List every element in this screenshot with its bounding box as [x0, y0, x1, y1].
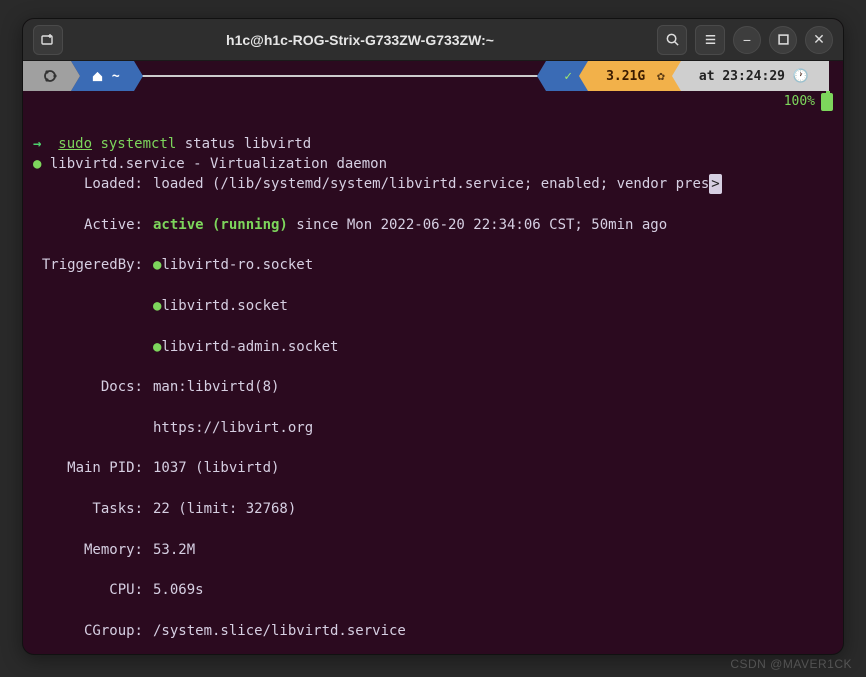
- titlebar: h1c@h1c-ROG-Strix-G733ZW-G733ZW:~ − ✕: [23, 19, 843, 61]
- loaded-value: loaded (/lib/systemd/system/libvirtd.ser…: [153, 174, 709, 194]
- trig-bullet: ●: [153, 255, 161, 275]
- status-ribbon: ~ ✓ 3.21G ✿ at 23:24:29 🕐: [23, 61, 843, 91]
- trunc-marker: >: [709, 174, 721, 194]
- memory-value: 53.2M: [153, 540, 195, 560]
- window-title: h1c@h1c-ROG-Strix-G733ZW-G733ZW:~: [71, 32, 649, 48]
- service-header: libvirtd.service - Virtualization daemon: [50, 156, 387, 172]
- check-icon: ✓: [564, 69, 572, 84]
- menu-button[interactable]: [695, 25, 725, 55]
- trig-0: libvirtd-ro.socket: [161, 255, 313, 275]
- memory-value: 3.21G: [606, 69, 645, 84]
- pid-label: Main PID:: [33, 458, 153, 478]
- tasks-value: 22 (limit: 32768): [153, 499, 296, 519]
- trig-bullet: ●: [153, 296, 161, 316]
- prompt-arrow: →: [33, 136, 41, 152]
- clock-icon: 🕐: [793, 69, 809, 84]
- status-bullet: ●: [33, 156, 41, 172]
- cgroup-value: /system.slice/libvirtd.service: [153, 621, 406, 641]
- flower-icon: ✿: [649, 69, 665, 84]
- time-segment: at 23:24:29 🕐: [681, 61, 829, 91]
- ribbon-separator: [140, 75, 541, 77]
- minimize-button[interactable]: −: [733, 26, 761, 54]
- cmd-sudo: sudo: [58, 136, 92, 152]
- terminal-window: h1c@h1c-ROG-Strix-G733ZW-G733ZW:~ − ✕ ~ …: [22, 18, 844, 655]
- docs-1: https://libvirt.org: [153, 418, 313, 438]
- docs-0: man:libvirtd(8): [153, 377, 279, 397]
- home-icon: [91, 70, 104, 83]
- new-tab-button[interactable]: [33, 25, 63, 55]
- battery-pct: 100%: [784, 93, 815, 112]
- time-value: 23:24:29: [722, 69, 785, 84]
- ribbon-cap: [829, 61, 843, 91]
- memory-label: Memory:: [33, 540, 153, 560]
- triggered-label: TriggeredBy:: [33, 255, 153, 275]
- terminal-body[interactable]: 100% → sudo systemctl status libvirtd ● …: [23, 91, 843, 654]
- ubuntu-icon: [43, 69, 57, 83]
- pid-value: 1037 (libvirtd): [153, 458, 279, 478]
- battery-icon: [821, 93, 833, 111]
- trig-1: libvirtd.socket: [161, 296, 287, 316]
- os-segment: [23, 61, 71, 91]
- trig-2: libvirtd-admin.socket: [161, 337, 338, 357]
- cpu-label: CPU:: [33, 580, 153, 600]
- watermark: CSDN @MAVER1CK: [730, 657, 852, 671]
- path-text: ~: [112, 69, 120, 84]
- tasks-label: Tasks:: [33, 499, 153, 519]
- battery-indicator: 100%: [784, 93, 833, 112]
- time-prefix: at: [699, 69, 715, 84]
- memory-segment: 3.21G ✿: [588, 61, 681, 91]
- cgroup-label: CGroup:: [33, 621, 153, 641]
- trig-bullet: ●: [153, 337, 161, 357]
- cpu-value: 5.069s: [153, 580, 204, 600]
- cmd-args: status libvirtd: [185, 136, 311, 152]
- active-state: active (running): [153, 215, 288, 235]
- close-button[interactable]: ✕: [805, 26, 833, 54]
- cmd-systemctl: systemctl: [100, 136, 176, 152]
- docs-label: Docs:: [33, 377, 153, 397]
- active-label: Active:: [33, 215, 153, 235]
- loaded-label: Loaded:: [33, 174, 153, 194]
- maximize-button[interactable]: [769, 26, 797, 54]
- search-button[interactable]: [657, 25, 687, 55]
- path-segment: ~: [71, 61, 134, 91]
- active-since: since Mon 2022-06-20 22:34:06 CST; 50min…: [288, 215, 667, 235]
